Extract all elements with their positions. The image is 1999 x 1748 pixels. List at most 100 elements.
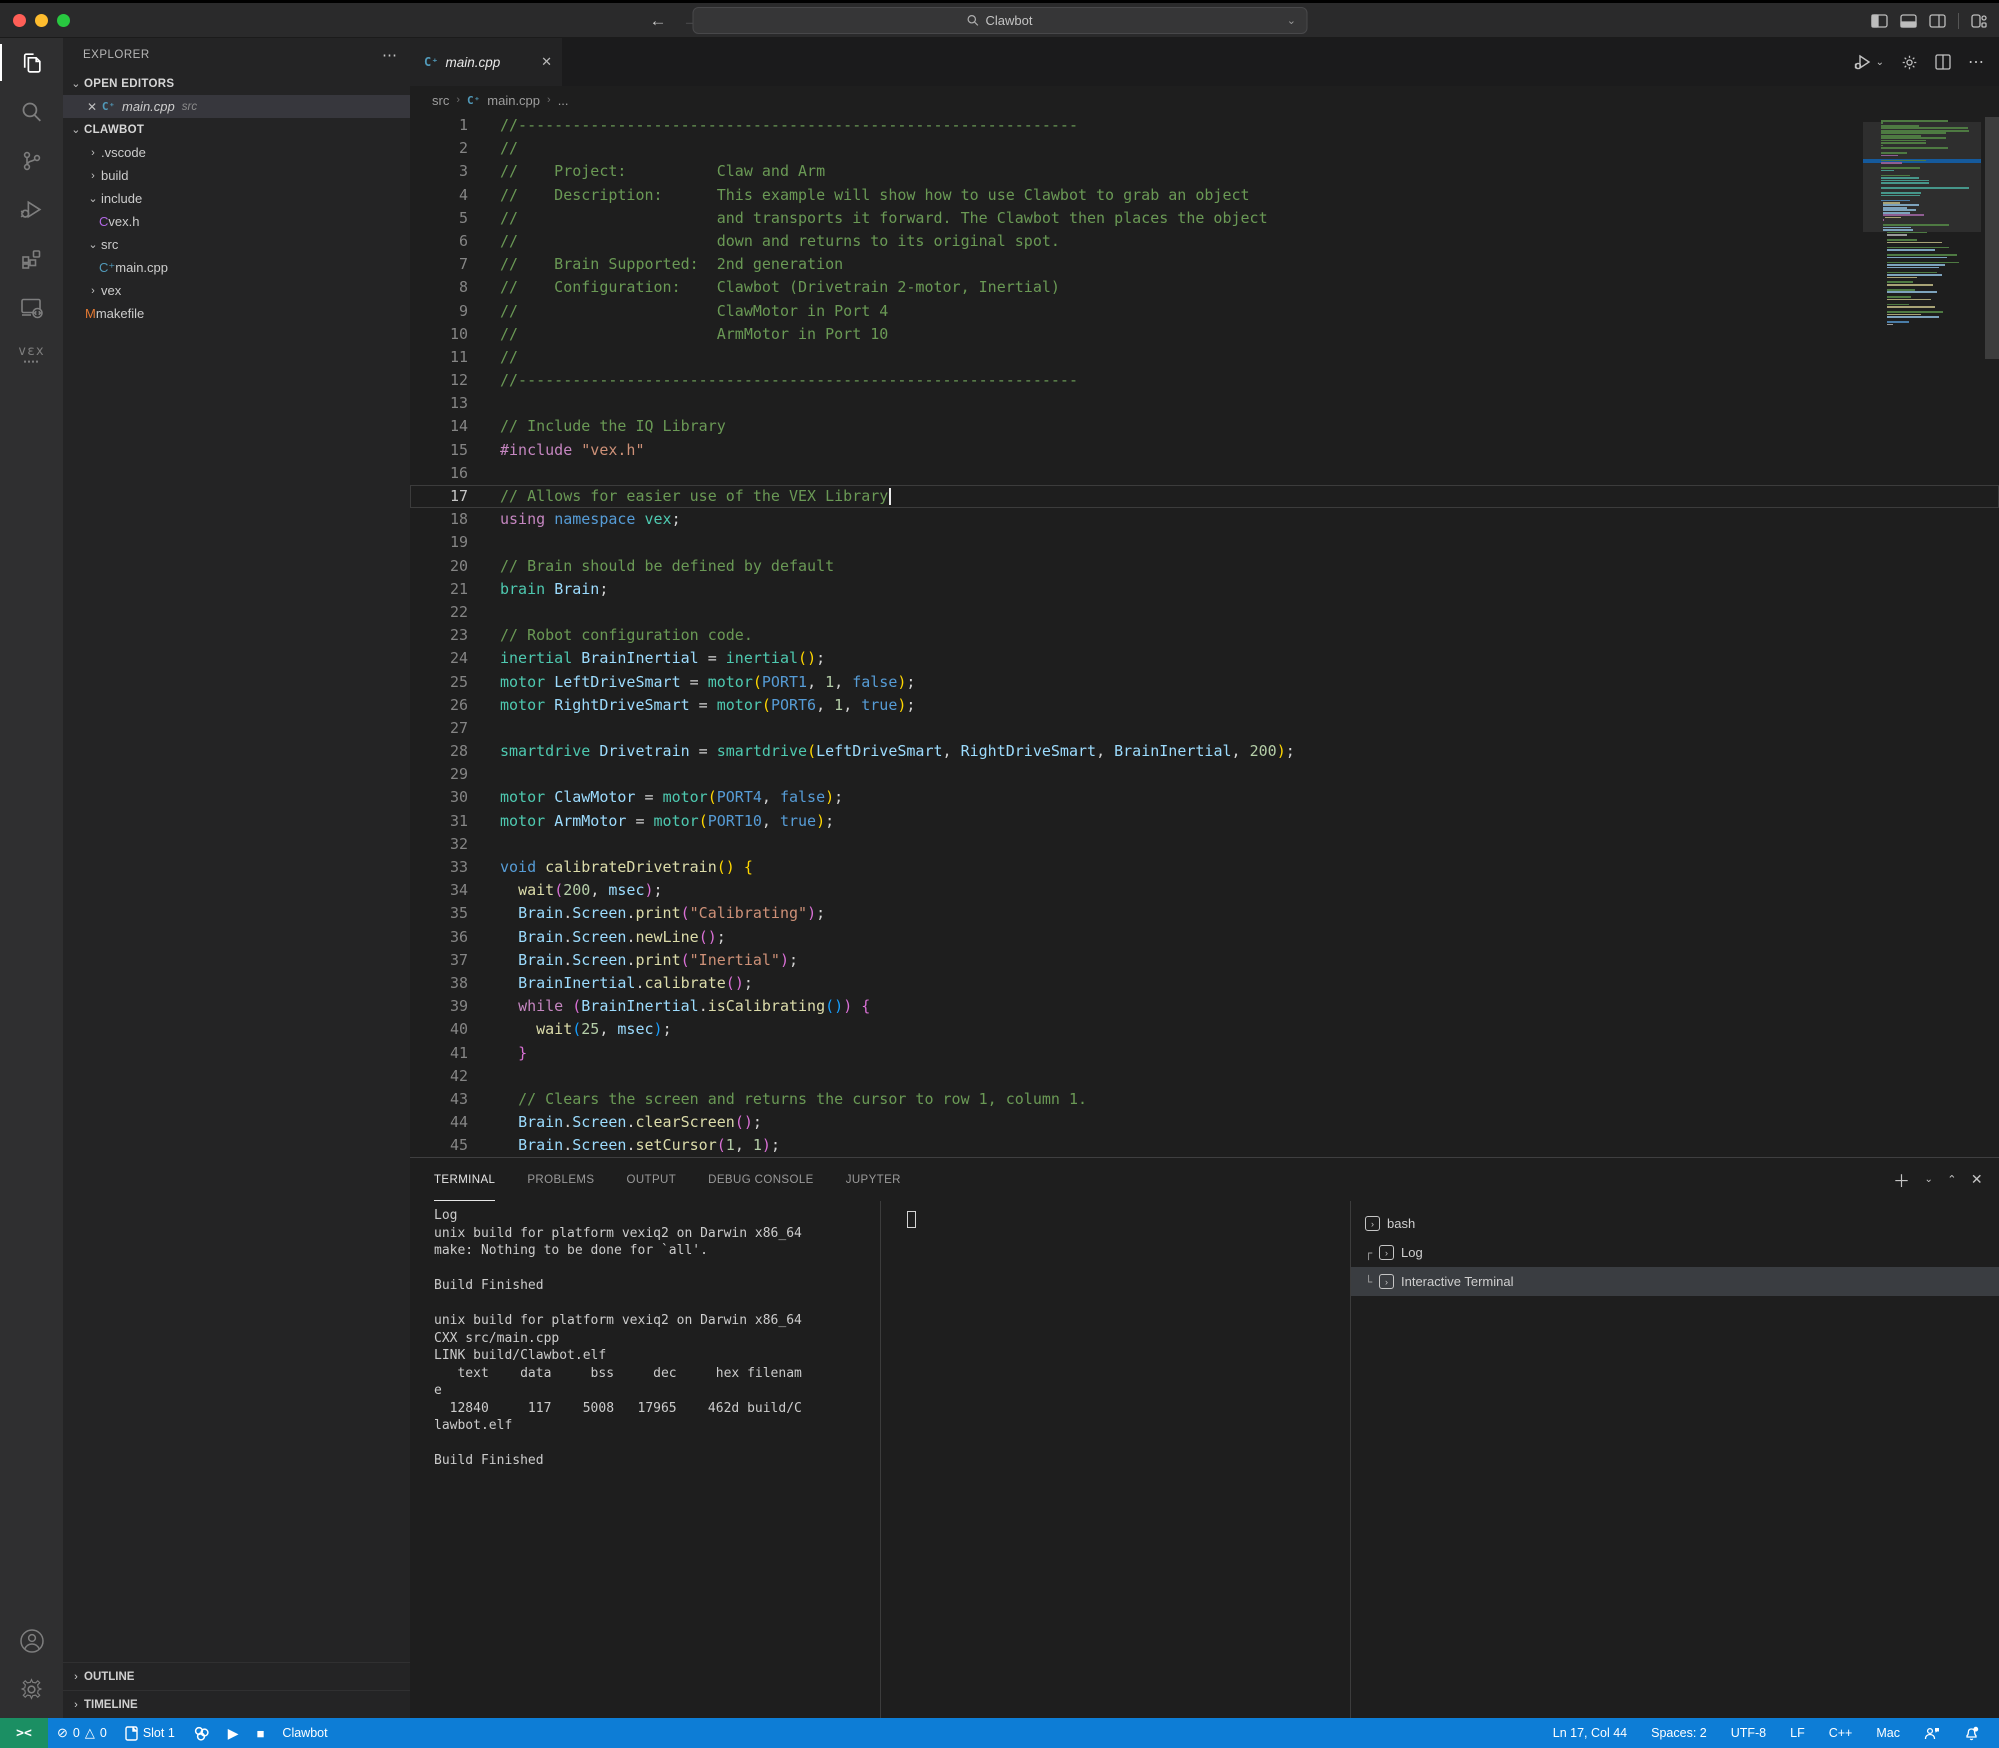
indentation-status[interactable]: Spaces: 2 xyxy=(1641,1726,1717,1740)
terminal-session-log[interactable]: ┌ › Log xyxy=(1351,1238,1999,1267)
code-line-4[interactable]: 4// Description: This example will show … xyxy=(410,184,1999,207)
code-line-14[interactable]: 14// Include the IQ Library xyxy=(410,415,1999,438)
open-editors-section[interactable]: ⌄ OPEN EDITORS xyxy=(63,72,410,95)
code-line-32[interactable]: 32 xyxy=(410,833,1999,856)
breadcrumb-symbol[interactable]: ... xyxy=(558,93,569,108)
remote-indicator[interactable]: >< xyxy=(0,1718,48,1748)
code-line-45[interactable]: 45 Brain.Screen.setCursor(1, 1); xyxy=(410,1134,1999,1157)
editor-more-actions-icon[interactable]: ⋯ xyxy=(1968,52,1985,72)
code-line-19[interactable]: 19 xyxy=(410,531,1999,554)
code-line-17[interactable]: 17// Allows for easier use of the VEX Li… xyxy=(410,485,1999,509)
terminal-output[interactable]: Log unix build for platform vexiq2 on Da… xyxy=(410,1201,880,1718)
command-center-search[interactable]: Clawbot ⌄ xyxy=(692,7,1307,34)
interactive-terminal-pane[interactable] xyxy=(881,1201,1350,1718)
breadcrumb-src[interactable]: src xyxy=(432,93,449,108)
code-line-26[interactable]: 26 motor RightDriveSmart = motor(PORT6, 1… xyxy=(410,694,1999,717)
code-line-33[interactable]: 33 void calibrateDrivetrain() { xyxy=(410,856,1999,879)
project-name-status[interactable]: Clawbot xyxy=(273,1726,336,1740)
code-line-21[interactable]: 21 brain Brain; xyxy=(410,578,1999,601)
split-editor-icon[interactable] xyxy=(1935,54,1951,70)
problems-status[interactable]: ⊘ 0 △ 0 xyxy=(48,1725,116,1741)
editor-scrollbar[interactable] xyxy=(1985,117,1999,359)
panel-tab-output[interactable]: OUTPUT xyxy=(626,1158,676,1201)
code-line-37[interactable]: 37 Brain.Screen.print("Inertial"); xyxy=(410,949,1999,972)
code-line-42[interactable]: 42 xyxy=(410,1065,1999,1088)
minimize-window-button[interactable] xyxy=(35,13,48,27)
code-line-18[interactable]: 18 using namespace vex; xyxy=(410,508,1999,531)
chevron-down-icon[interactable]: ⌄ xyxy=(1287,14,1296,27)
activity-bar-item-remote-explorer[interactable] xyxy=(0,283,63,332)
file-makefile[interactable]: Mmakefile xyxy=(63,302,410,325)
breadcrumb-file[interactable]: main.cpp xyxy=(487,93,540,108)
code-line-34[interactable]: 34 wait(200, msec); xyxy=(410,879,1999,902)
code-line-25[interactable]: 25 motor LeftDriveSmart = motor(PORT1, 1,… xyxy=(410,671,1999,694)
code-line-28[interactable]: 28 smartdrive Drivetrain = smartdrive(Lef… xyxy=(410,740,1999,763)
run-or-debug-button[interactable]: ⌄ xyxy=(1853,53,1884,71)
code-line-16[interactable]: 16 xyxy=(410,462,1999,485)
code-line-22[interactable]: 22 xyxy=(410,601,1999,624)
code-line-8[interactable]: 8// Configuration: Clawbot (Drivetrain 2… xyxy=(410,276,1999,299)
close-window-button[interactable] xyxy=(13,13,26,27)
notifications-bell-icon[interactable] xyxy=(1954,1726,1989,1741)
code-line-15[interactable]: 15 #include "vex.h" xyxy=(410,439,1999,462)
drivetrain-button[interactable] xyxy=(184,1725,219,1742)
language-mode-status[interactable]: C++ xyxy=(1819,1726,1863,1740)
slot-selector[interactable]: Slot 1 xyxy=(116,1725,184,1741)
toggle-panel-icon[interactable] xyxy=(1900,13,1917,28)
terminal-session-bash[interactable]: › bash xyxy=(1351,1209,1999,1238)
activity-bar-item-run-and-debug[interactable] xyxy=(0,185,63,234)
code-line-7[interactable]: 7// Brain Supported: 2nd generation xyxy=(410,253,1999,276)
platform-status[interactable]: Mac xyxy=(1866,1726,1910,1740)
panel-tab-jupyter[interactable]: JUPYTER xyxy=(846,1158,901,1201)
folder-include[interactable]: ⌄ include xyxy=(63,187,410,210)
feedback-icon[interactable] xyxy=(1914,1726,1950,1740)
code-line-23[interactable]: 23// Robot configuration code. xyxy=(410,624,1999,647)
code-line-30[interactable]: 30 motor ClawMotor = motor(PORT4, false); xyxy=(410,786,1999,809)
code-line-24[interactable]: 24 inertial BrainInertial = inertial(); xyxy=(410,647,1999,670)
code-line-2[interactable]: 2// xyxy=(410,137,1999,160)
activity-bar-item-explorer[interactable] xyxy=(0,38,63,87)
terminal-dropdown-icon[interactable]: ⌄ xyxy=(1924,1174,1933,1185)
code-line-9[interactable]: 9// ClawMotor in Port 4 xyxy=(410,300,1999,323)
activity-bar-item-account[interactable] xyxy=(0,1616,63,1665)
code-line-35[interactable]: 35 Brain.Screen.print("Calibrating"); xyxy=(410,902,1999,925)
code-line-31[interactable]: 31 motor ArmMotor = motor(PORT10, true); xyxy=(410,810,1999,833)
eol-status[interactable]: LF xyxy=(1780,1726,1815,1740)
toggle-sidebar-icon[interactable] xyxy=(1871,13,1888,28)
maximize-panel-icon[interactable]: ⌃ xyxy=(1947,1173,1957,1186)
stop-program-button[interactable]: ■ xyxy=(248,1726,274,1741)
code-line-36[interactable]: 36 Brain.Screen.newLine(); xyxy=(410,926,1999,949)
run-program-button[interactable]: ▶ xyxy=(219,1725,248,1742)
code-line-1[interactable]: 1//-------------------------------------… xyxy=(410,114,1999,137)
workspace-section[interactable]: ⌄ CLAWBOT xyxy=(63,118,410,141)
panel-tab-problems[interactable]: PROBLEMS xyxy=(527,1158,594,1201)
tab-main-cpp[interactable]: C⁺ main.cpp ✕ xyxy=(410,38,562,86)
settings-gear-icon[interactable] xyxy=(1901,54,1918,71)
code-line-44[interactable]: 44 Brain.Screen.clearScreen(); xyxy=(410,1111,1999,1134)
outline-section[interactable]: › OUTLINE xyxy=(63,1662,410,1690)
code-line-3[interactable]: 3// Project: Claw and Arm xyxy=(410,160,1999,183)
encoding-status[interactable]: UTF-8 xyxy=(1721,1726,1776,1740)
folder-build[interactable]: › build xyxy=(63,164,410,187)
panel-tab-terminal[interactable]: TERMINAL xyxy=(434,1158,495,1201)
folder-vex[interactable]: › vex xyxy=(63,279,410,302)
code-line-12[interactable]: 12//------------------------------------… xyxy=(410,369,1999,392)
close-icon[interactable]: ✕ xyxy=(84,100,100,114)
code-line-40[interactable]: 40 wait(25, msec); xyxy=(410,1018,1999,1041)
open-editor-item[interactable]: ✕ C⁺ main.cpp src xyxy=(63,95,410,118)
customize-layout-icon[interactable] xyxy=(1971,13,1987,28)
activity-bar-item-source-control[interactable] xyxy=(0,136,63,185)
code-line-5[interactable]: 5// and transports it forward. The Clawb… xyxy=(410,207,1999,230)
new-terminal-icon[interactable]: ＋ xyxy=(1893,1167,1910,1192)
cursor-position-status[interactable]: Ln 17, Col 44 xyxy=(1543,1726,1637,1740)
toggle-secondary-sidebar-icon[interactable] xyxy=(1929,13,1946,28)
close-panel-icon[interactable]: ✕ xyxy=(1971,1171,1983,1188)
close-tab-icon[interactable]: ✕ xyxy=(531,54,552,70)
terminal-session-interactive-terminal[interactable]: └ › Interactive Terminal xyxy=(1351,1267,1999,1296)
code-line-27[interactable]: 27 xyxy=(410,717,1999,740)
code-line-38[interactable]: 38 BrainInertial.calibrate(); xyxy=(410,972,1999,995)
code-line-39[interactable]: 39 while (BrainInertial.isCalibrating())… xyxy=(410,995,1999,1018)
file-main-cpp[interactable]: C⁺ main.cpp xyxy=(63,256,410,279)
folder--vscode[interactable]: › .vscode xyxy=(63,141,410,164)
code-line-43[interactable]: 43 // Clears the screen and returns the … xyxy=(410,1088,1999,1111)
